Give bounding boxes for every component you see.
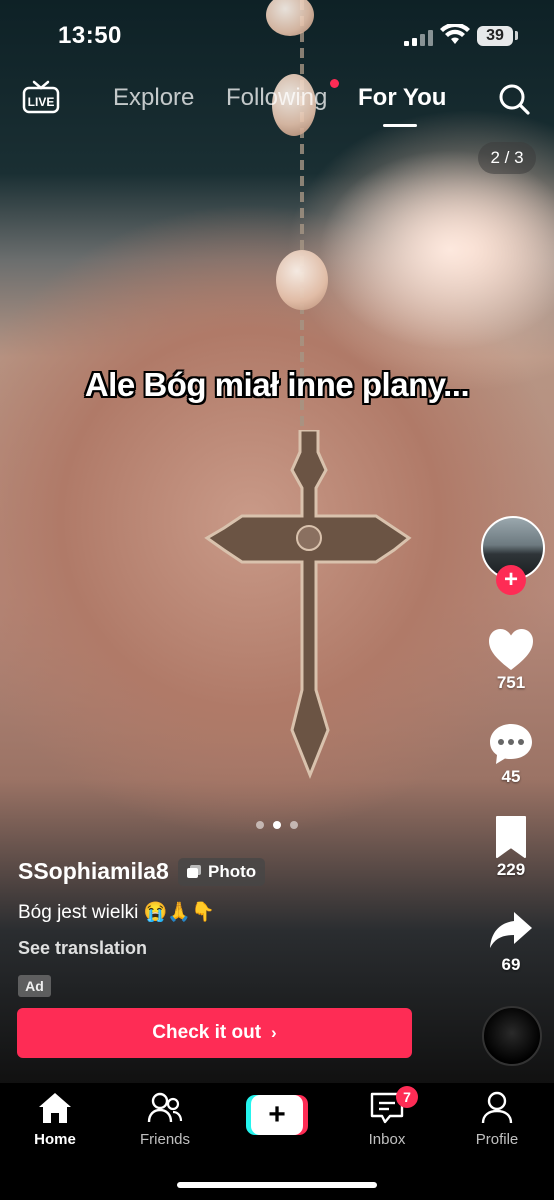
nav-friends[interactable]: Friends [120,1091,210,1148]
tab-following[interactable]: Following [226,84,327,112]
rosary-bead [276,250,328,310]
photo-page-counter: 2 / 3 [478,142,536,174]
wifi-icon [440,24,470,44]
carousel-dot [290,821,298,829]
nav-inbox-label: Inbox [368,1131,406,1148]
create-post-button[interactable]: + [246,1095,308,1135]
creator-username[interactable]: SSophiamila8 [18,858,169,885]
photo-badge-label: Photo [208,862,257,881]
see-translation-link[interactable]: See translation [18,938,147,959]
chevron-right-icon: › [271,1023,277,1042]
plus-icon: + [251,1095,303,1135]
tab-explore[interactable]: Explore [113,84,194,112]
home-indicator [177,1182,377,1188]
share-icon[interactable] [487,908,535,952]
carousel-dot-active [273,821,281,829]
crucifix [204,428,414,790]
comment-count: 45 [501,767,521,786]
status-time: 13:50 [58,22,122,49]
cellular-signal-icon [404,30,434,46]
nav-home[interactable]: Home [10,1091,100,1148]
check-it-out-button[interactable]: Check it out › [17,1008,412,1058]
heart-icon[interactable] [487,628,535,672]
ad-badge: Ad [18,975,51,997]
photo-badge: Photo [178,858,266,886]
bookmark-icon[interactable] [487,815,535,859]
light-glow [320,150,554,350]
battery-tip [515,31,518,40]
nav-profile[interactable]: Profile [452,1091,542,1148]
tab-for-you[interactable]: For You [358,84,446,112]
nav-home-label: Home [34,1131,76,1148]
nav-profile-label: Profile [475,1131,519,1148]
cta-label: Check it out [152,1022,262,1043]
nav-inbox[interactable]: Inbox [342,1091,432,1148]
status-bar: 13:50 39 [0,0,554,70]
nav-friends-label: Friends [139,1131,191,1148]
save-count: 229 [496,860,526,879]
friends-icon [147,1092,183,1123]
profile-icon [481,1091,513,1124]
carousel-dot [256,821,264,829]
photo-overlay-text: Ale Bóg miał inne plany... [84,366,470,403]
like-count: 751 [496,673,526,692]
carousel-dots [256,821,300,829]
home-icon [39,1093,71,1123]
following-notification-dot [330,79,339,88]
active-tab-indicator [383,124,417,127]
share-count: 69 [501,955,521,974]
search-icon[interactable] [497,82,531,116]
inbox-badge: 7 [396,1086,418,1108]
live-icon[interactable]: LIVE [22,80,60,114]
post-caption: Bóg jest wielki 😭🙏👇 [18,902,215,923]
sound-disc-icon[interactable] [482,1006,542,1066]
photo-icon [187,865,201,878]
comment-icon[interactable] [487,722,535,766]
battery-icon: 39 [477,26,513,46]
svg-text:LIVE: LIVE [28,95,55,109]
follow-plus-button[interactable]: + [496,565,526,595]
